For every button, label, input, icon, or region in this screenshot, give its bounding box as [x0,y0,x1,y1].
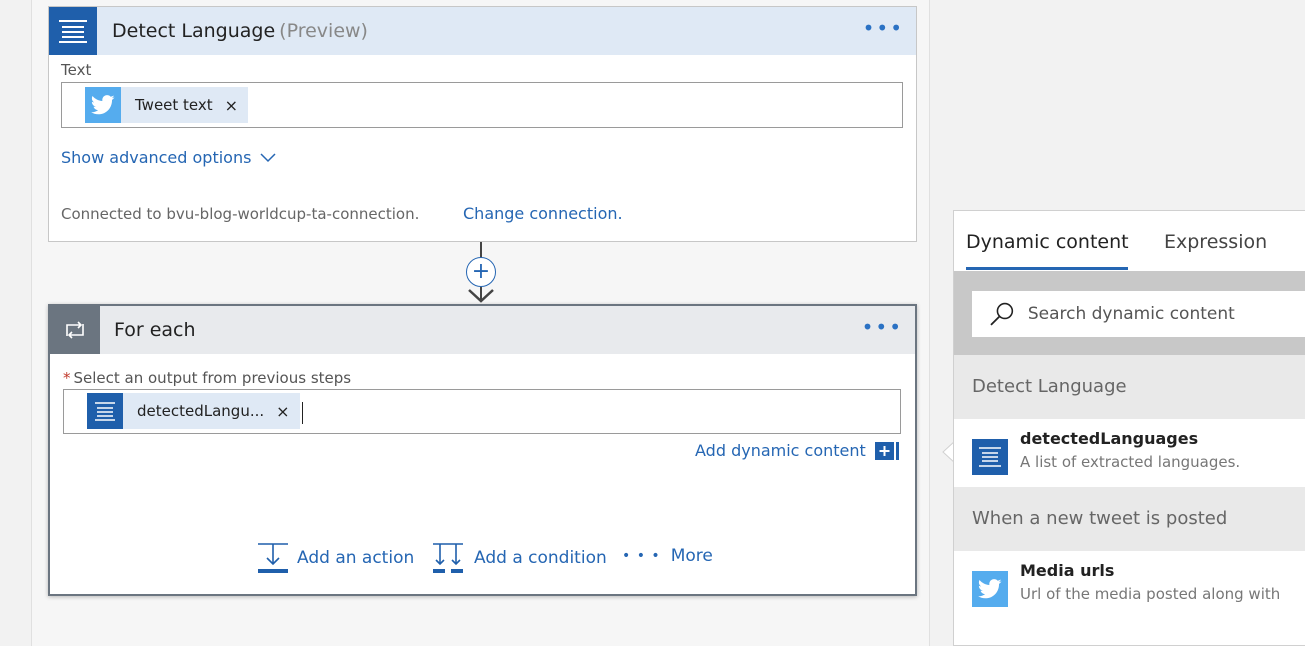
card-title: Detect Language [112,20,276,42]
lines-icon [49,7,97,55]
dynamic-content-panel: Dynamic content Expression Detect Langua… [953,210,1305,646]
add-condition-button[interactable]: Add a condition [432,542,607,574]
for-each-card: For each ••• * Select an output from prev… [48,304,917,596]
add-action-button[interactable]: Add an action [257,542,414,574]
loop-icon [50,306,100,354]
for-each-title: For each [114,319,196,341]
for-each-header[interactable]: For each ••• [50,306,915,354]
add-condition-label: Add a condition [474,548,607,568]
detect-language-header[interactable]: Detect Language (Preview) ••• [49,7,916,55]
search-icon [990,302,1014,326]
lines-icon [87,393,123,429]
tab-dynamic-content[interactable]: Dynamic content [966,231,1129,253]
more-button[interactable]: • • • More [622,546,713,566]
lines-icon [972,439,1008,475]
token-label: detectedLangu... [137,402,265,420]
item-description: A list of extracted languages. [1020,453,1241,471]
tab-expression[interactable]: Expression [1164,231,1267,253]
detect-language-card: Detect Language (Preview) ••• Text Tweet … [48,6,917,242]
card-menu-button[interactable]: ••• [862,317,903,337]
add-dynamic-icon [874,441,899,460]
add-condition-icon [433,543,463,573]
item-description: Url of the media posted along with [1020,585,1281,603]
arrow-down-icon [468,287,494,303]
detect-language-title: Detect Language (Preview) [112,20,368,42]
twitter-bird-icon [85,87,121,123]
select-output-text: Select an output from previous steps [73,369,352,387]
search-input[interactable] [1027,304,1305,324]
insert-step-button[interactable]: + [466,257,496,287]
card-menu-button[interactable]: ••• [863,18,904,38]
more-dots-icon: • • • [622,548,661,564]
list-item-detected-languages[interactable]: detectedLanguages A list of extracted la… [954,419,1305,495]
change-connection-link[interactable]: Change connection. [463,204,623,223]
text-input[interactable]: Tweet text × [61,82,903,128]
add-dynamic-label: Add dynamic content [695,441,866,460]
connection-status: Connected to bvu-blog-worldcup-ta-connec… [61,205,420,223]
search-area [954,271,1305,355]
list-item-media-urls[interactable]: Media urls Url of the media posted along… [954,551,1305,627]
select-output-input[interactable]: detectedLangu... × [63,389,901,434]
add-dynamic-content-link[interactable]: Add dynamic content [695,441,899,460]
add-action-label: Add an action [297,548,415,568]
item-title: Media urls [1020,561,1115,580]
remove-token-button[interactable]: × [213,96,248,115]
chevron-down-icon [260,152,276,162]
remove-token-button[interactable]: × [264,402,299,421]
required-mark: * [63,369,71,387]
token-label: Tweet text [135,96,213,114]
add-action-icon [258,543,288,573]
active-tab-indicator [966,267,1128,270]
text-cursor [302,402,303,424]
more-label: More [670,546,713,566]
advanced-link-label: Show advanced options [61,148,252,167]
tweet-text-token: Tweet text × [85,87,249,123]
search-box[interactable] [972,291,1305,337]
group-header-new-tweet: When a new tweet is posted [954,487,1305,551]
group-header-detect-language: Detect Language [954,355,1305,419]
detected-languages-token: detectedLangu... × [87,393,300,429]
show-advanced-options-link[interactable]: Show advanced options [61,148,276,167]
twitter-bird-icon [972,571,1008,607]
preview-tag: (Preview) [279,20,368,42]
item-title: detectedLanguages [1020,429,1199,448]
text-field-label: Text [61,61,92,79]
select-output-label: * Select an output from previous steps [63,369,351,387]
